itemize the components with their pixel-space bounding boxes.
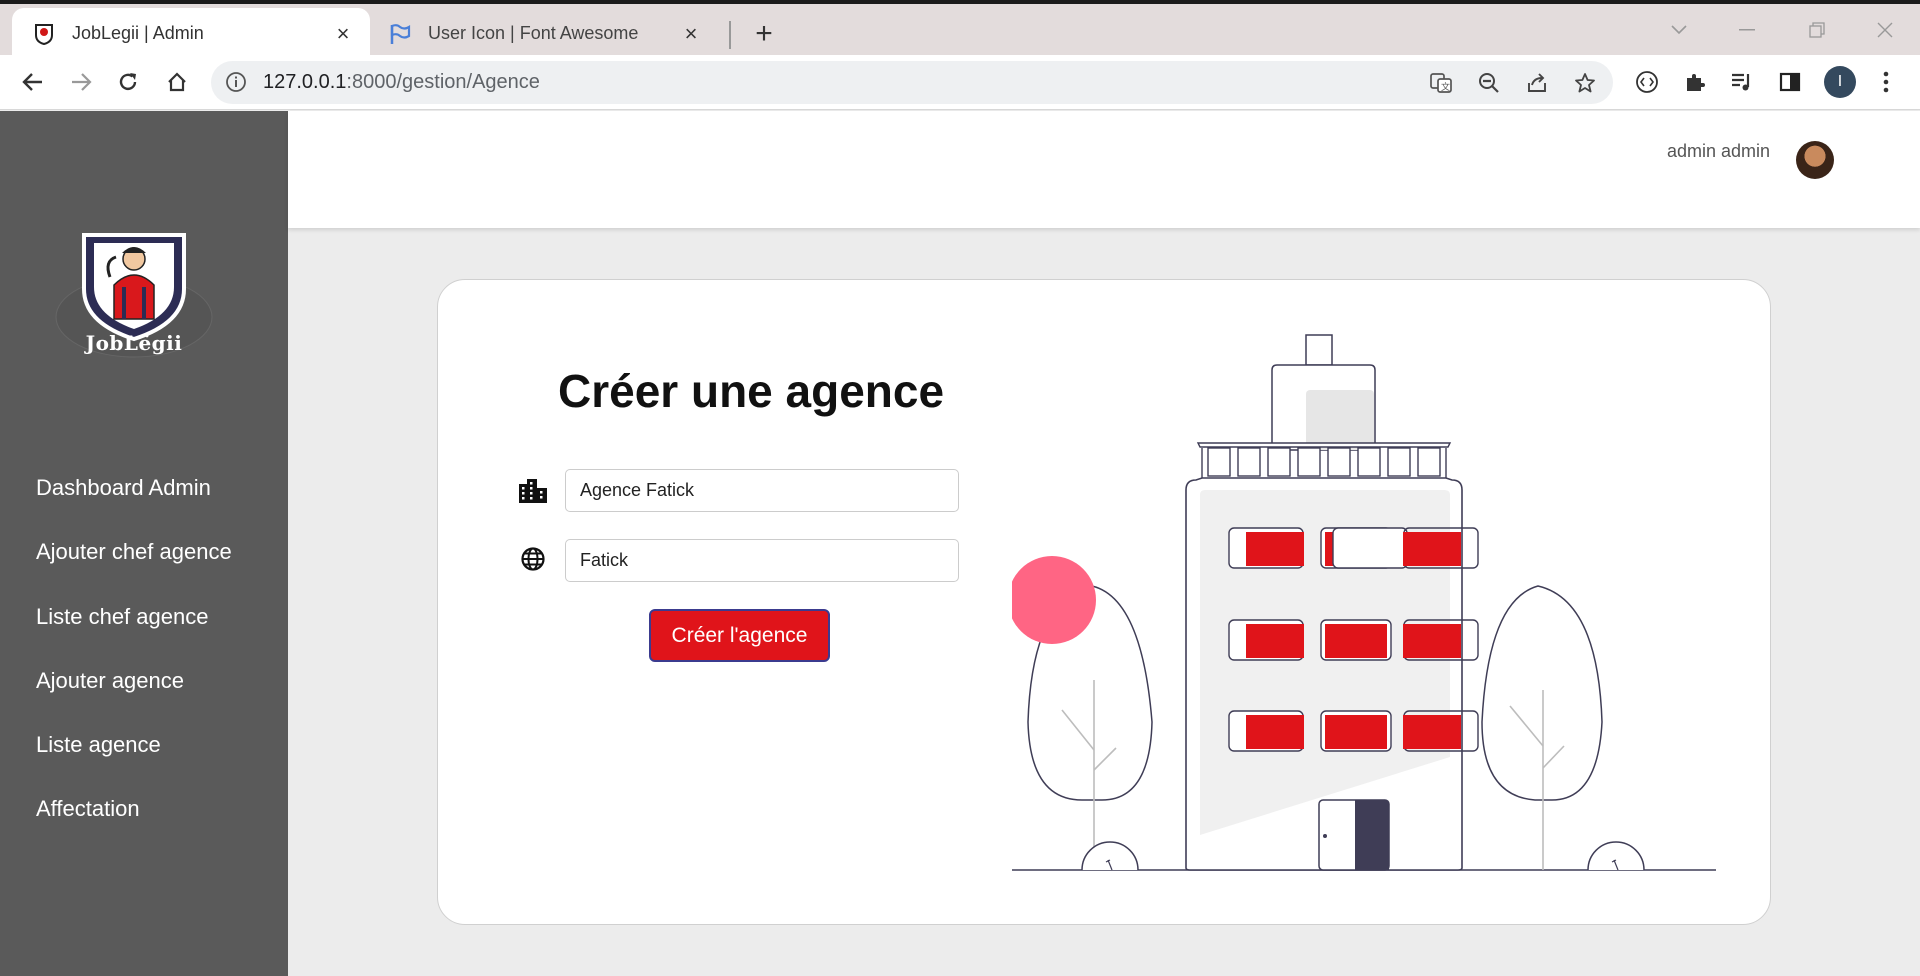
restore-icon[interactable]: [1792, 12, 1842, 48]
nav-liste-agence[interactable]: Liste agence: [36, 732, 161, 758]
top-header: admin admin: [288, 111, 1920, 228]
sidebar: JobLëgii Dashboard Admin Ajouter chef ag…: [0, 111, 288, 976]
joblegii-logo: JobLëgii: [50, 227, 218, 367]
svg-text:文: 文: [1441, 81, 1450, 93]
close-tab-icon[interactable]: ×: [676, 19, 706, 49]
bookmark-star-icon[interactable]: [1569, 67, 1601, 99]
side-panel-icon[interactable]: [1770, 62, 1810, 102]
nav-dashboard-admin[interactable]: Dashboard Admin: [36, 475, 211, 501]
share-icon[interactable]: [1521, 67, 1553, 99]
minimize-icon[interactable]: [1722, 12, 1772, 48]
user-avatar[interactable]: [1796, 141, 1834, 179]
tab-title: JobLegii | Admin: [72, 23, 204, 43]
browser-menu-icon[interactable]: [1866, 62, 1906, 102]
address-bar[interactable]: 127.0.0.1:8000/gestion/Agence 文: [211, 61, 1613, 104]
extension-code-icon[interactable]: [1627, 62, 1667, 102]
flag-favicon-icon: [388, 22, 412, 46]
building-illustration: [1012, 334, 1716, 871]
url-text: 127.0.0.1:8000/gestion/Agence: [263, 71, 540, 93]
create-agency-button[interactable]: Créer l'agence: [649, 609, 830, 662]
nav-liste-chef-agence[interactable]: Liste chef agence: [36, 604, 208, 630]
browser-toolbar: 127.0.0.1:8000/gestion/Agence 文 I: [0, 55, 1920, 110]
close-window-icon[interactable]: [1860, 12, 1910, 48]
browser-tab-strip: JobLegii | Admin × User Icon | Font Awes…: [0, 0, 1920, 59]
forward-arrow-icon[interactable]: [61, 62, 101, 102]
nav-ajouter-agence[interactable]: Ajouter agence: [36, 668, 184, 694]
create-agency-card: Créer une agence Créer l'agence: [437, 279, 1771, 925]
agency-city-input[interactable]: [565, 539, 959, 582]
media-queue-icon[interactable]: [1722, 62, 1762, 102]
building-windows: [1332, 528, 1406, 568]
nav-affectation[interactable]: Affectation: [36, 796, 140, 822]
back-arrow-icon[interactable]: [13, 62, 53, 102]
close-tab-icon[interactable]: ×: [328, 19, 358, 49]
tab-joblegii-admin[interactable]: JobLegii | Admin ×: [12, 8, 370, 59]
translate-icon[interactable]: 文: [1425, 67, 1457, 99]
home-icon[interactable]: [157, 62, 197, 102]
extensions-puzzle-icon[interactable]: [1675, 62, 1715, 102]
nav-ajouter-chef-agence[interactable]: Ajouter chef agence: [36, 539, 232, 565]
new-tab-plus-icon[interactable]: +: [746, 16, 782, 52]
city-icon: [518, 476, 548, 506]
joblegii-favicon-icon: [32, 22, 56, 46]
tab-font-awesome[interactable]: User Icon | Font Awesome ×: [378, 8, 718, 59]
browser-profile-avatar[interactable]: I: [1824, 66, 1856, 98]
globe-icon: [518, 544, 548, 574]
zoom-out-icon[interactable]: [1473, 67, 1505, 99]
page-title: Créer une agence: [558, 365, 945, 417]
agency-name-input[interactable]: [565, 469, 959, 512]
reload-icon[interactable]: [108, 62, 148, 102]
username-label[interactable]: admin admin: [1667, 141, 1770, 162]
tab-title: User Icon | Font Awesome: [428, 23, 639, 43]
logo-text: JobLëgii: [85, 331, 183, 355]
site-info-icon[interactable]: [225, 71, 249, 95]
tab-separator: [729, 21, 731, 49]
tab-search-chevron-icon[interactable]: [1654, 12, 1704, 48]
